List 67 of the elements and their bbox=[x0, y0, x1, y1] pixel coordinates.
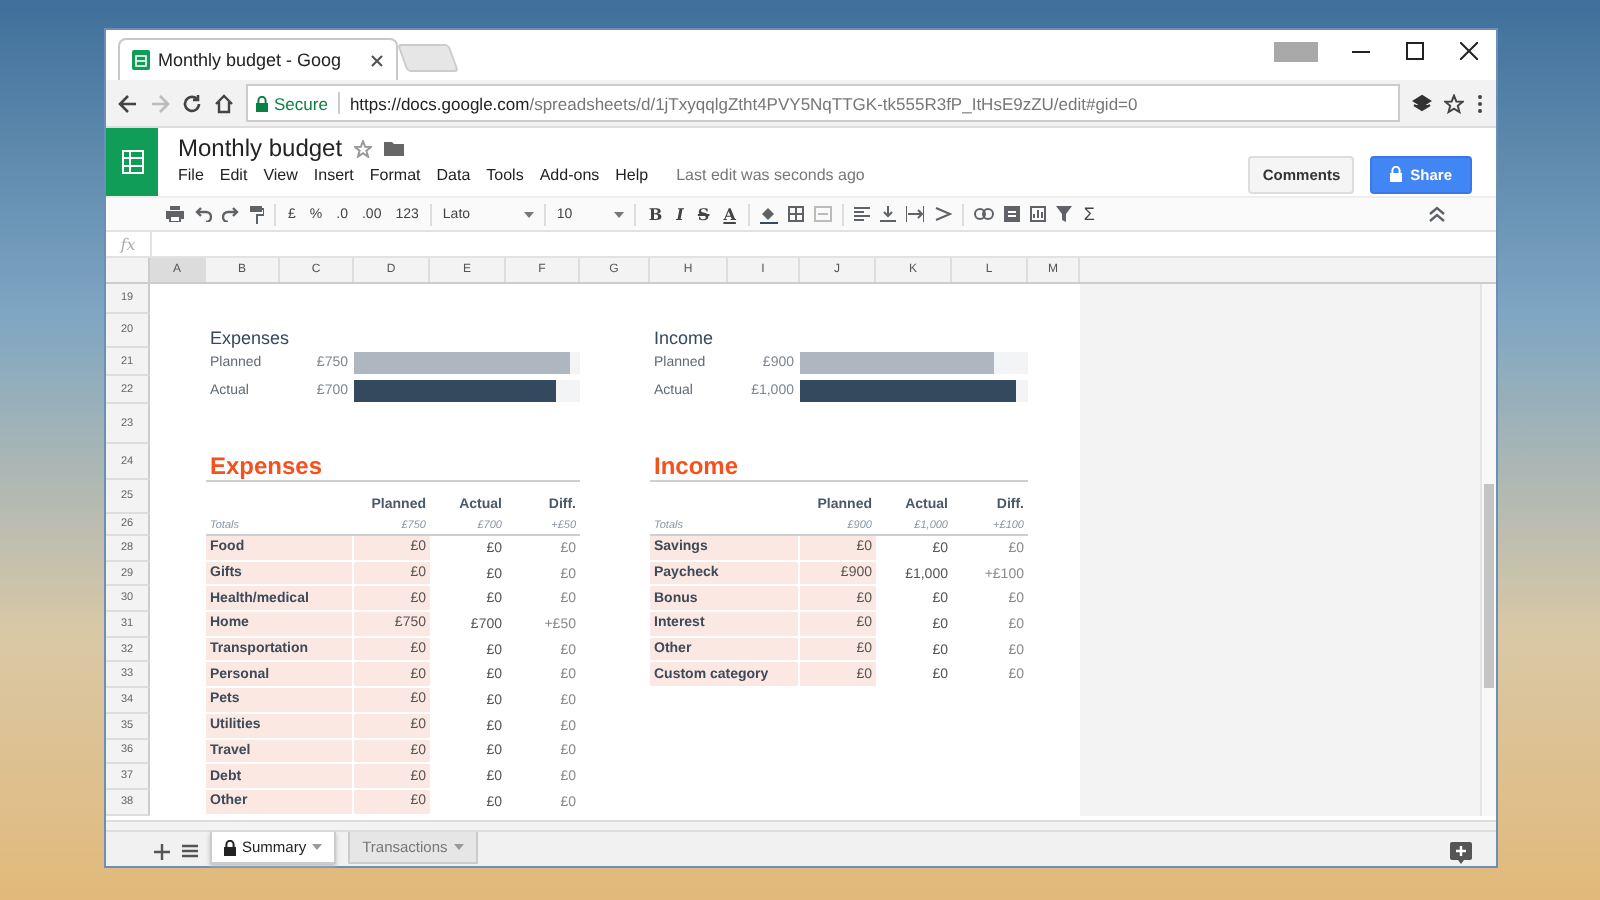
fill-color-icon[interactable] bbox=[759, 205, 778, 223]
redo-icon[interactable] bbox=[222, 206, 240, 222]
chart-icon[interactable] bbox=[1029, 206, 1046, 222]
explore-icon[interactable] bbox=[1450, 842, 1472, 864]
borders-icon[interactable] bbox=[787, 206, 804, 222]
table-title: Income bbox=[652, 452, 741, 480]
table-title: Expenses bbox=[208, 452, 325, 480]
comment-icon[interactable] bbox=[1003, 206, 1020, 222]
star-icon[interactable] bbox=[354, 139, 373, 157]
secure-label: Secure bbox=[274, 93, 328, 113]
menu-item[interactable]: Help bbox=[615, 166, 649, 184]
caret-icon bbox=[524, 211, 535, 217]
text-rotation-icon[interactable] bbox=[933, 206, 952, 222]
summary-title: Income bbox=[652, 328, 716, 348]
menu-item[interactable]: View bbox=[263, 166, 298, 184]
align-icon[interactable] bbox=[853, 206, 870, 222]
close-icon[interactable] bbox=[370, 53, 384, 67]
back-arrow-icon[interactable] bbox=[118, 93, 138, 113]
print-icon[interactable] bbox=[166, 206, 184, 222]
scrollbar-thumb[interactable] bbox=[1484, 484, 1494, 688]
text-style-button[interactable]: I bbox=[674, 204, 686, 224]
menu-item[interactable]: Tools bbox=[486, 166, 524, 184]
paint-roller-icon[interactable] bbox=[250, 205, 264, 223]
horizontal-scrollbar[interactable] bbox=[106, 820, 1496, 830]
caret-icon bbox=[614, 211, 625, 217]
lock-icon bbox=[256, 95, 268, 111]
menu-item[interactable]: Data bbox=[436, 166, 471, 184]
more-menu-icon[interactable] bbox=[1476, 93, 1484, 113]
maximize-icon[interactable] bbox=[1406, 42, 1424, 60]
document-title[interactable]: Monthly budget bbox=[178, 134, 343, 162]
sheets-icon bbox=[132, 50, 150, 70]
menu-item[interactable]: Add-ons bbox=[539, 166, 600, 184]
last-edit-status[interactable]: Last edit was seconds ago bbox=[676, 166, 865, 184]
text-style-button[interactable]: S bbox=[695, 204, 712, 224]
merge-cells-icon[interactable] bbox=[813, 206, 832, 222]
undo-icon[interactable] bbox=[194, 206, 212, 222]
grid-icon bbox=[121, 150, 143, 174]
functions-button[interactable]: Σ bbox=[1081, 204, 1097, 224]
lock-icon bbox=[1390, 166, 1403, 182]
star-icon[interactable] bbox=[1444, 93, 1464, 113]
formula-label: fx bbox=[117, 233, 138, 256]
close-icon[interactable] bbox=[1460, 42, 1478, 60]
sheet-list-icon[interactable] bbox=[182, 844, 198, 858]
link-icon[interactable] bbox=[973, 208, 994, 220]
text-wrap-icon[interactable] bbox=[905, 206, 924, 222]
address-bar[interactable]: Secure https://docs.google.com/spreadsheets/d/1jTxyqqlgZtht4PVY5NqTTGK-tk555R3fP_ItHsE9zZU/edit#gid=0 bbox=[246, 84, 1400, 122]
menu-item[interactable]: Edit bbox=[219, 166, 248, 184]
text-style-button[interactable]: A bbox=[721, 204, 738, 224]
add-sheet-icon[interactable] bbox=[154, 844, 170, 860]
filter-icon[interactable] bbox=[1055, 206, 1072, 222]
menu-item[interactable]: File bbox=[178, 166, 204, 184]
collapse-icon[interactable] bbox=[1428, 206, 1446, 222]
scrollbar[interactable] bbox=[1480, 284, 1496, 816]
caret-icon bbox=[312, 844, 323, 850]
browser-tab[interactable]: Monthly budget - Goog bbox=[118, 38, 398, 80]
url-text: https://docs.google.com/spreadsheets/d/1jTxyqqlgZtht4PVY5NqTTGK-tk555R3fP_ItHsE9zZU/edit#gid=0 bbox=[349, 93, 1138, 113]
summary-title: Expenses bbox=[208, 328, 292, 348]
sheets-logo[interactable] bbox=[106, 128, 158, 196]
reload-icon[interactable] bbox=[182, 93, 202, 113]
folder-icon[interactable] bbox=[384, 140, 405, 156]
home-icon[interactable] bbox=[214, 93, 234, 113]
text-style-button[interactable]: B bbox=[646, 204, 665, 224]
caret-icon bbox=[453, 844, 464, 850]
menu-item[interactable]: Format bbox=[369, 166, 421, 184]
layers-icon[interactable] bbox=[1412, 93, 1432, 113]
vertical-align-icon[interactable] bbox=[879, 206, 896, 222]
menu-item[interactable]: Insert bbox=[313, 166, 354, 184]
